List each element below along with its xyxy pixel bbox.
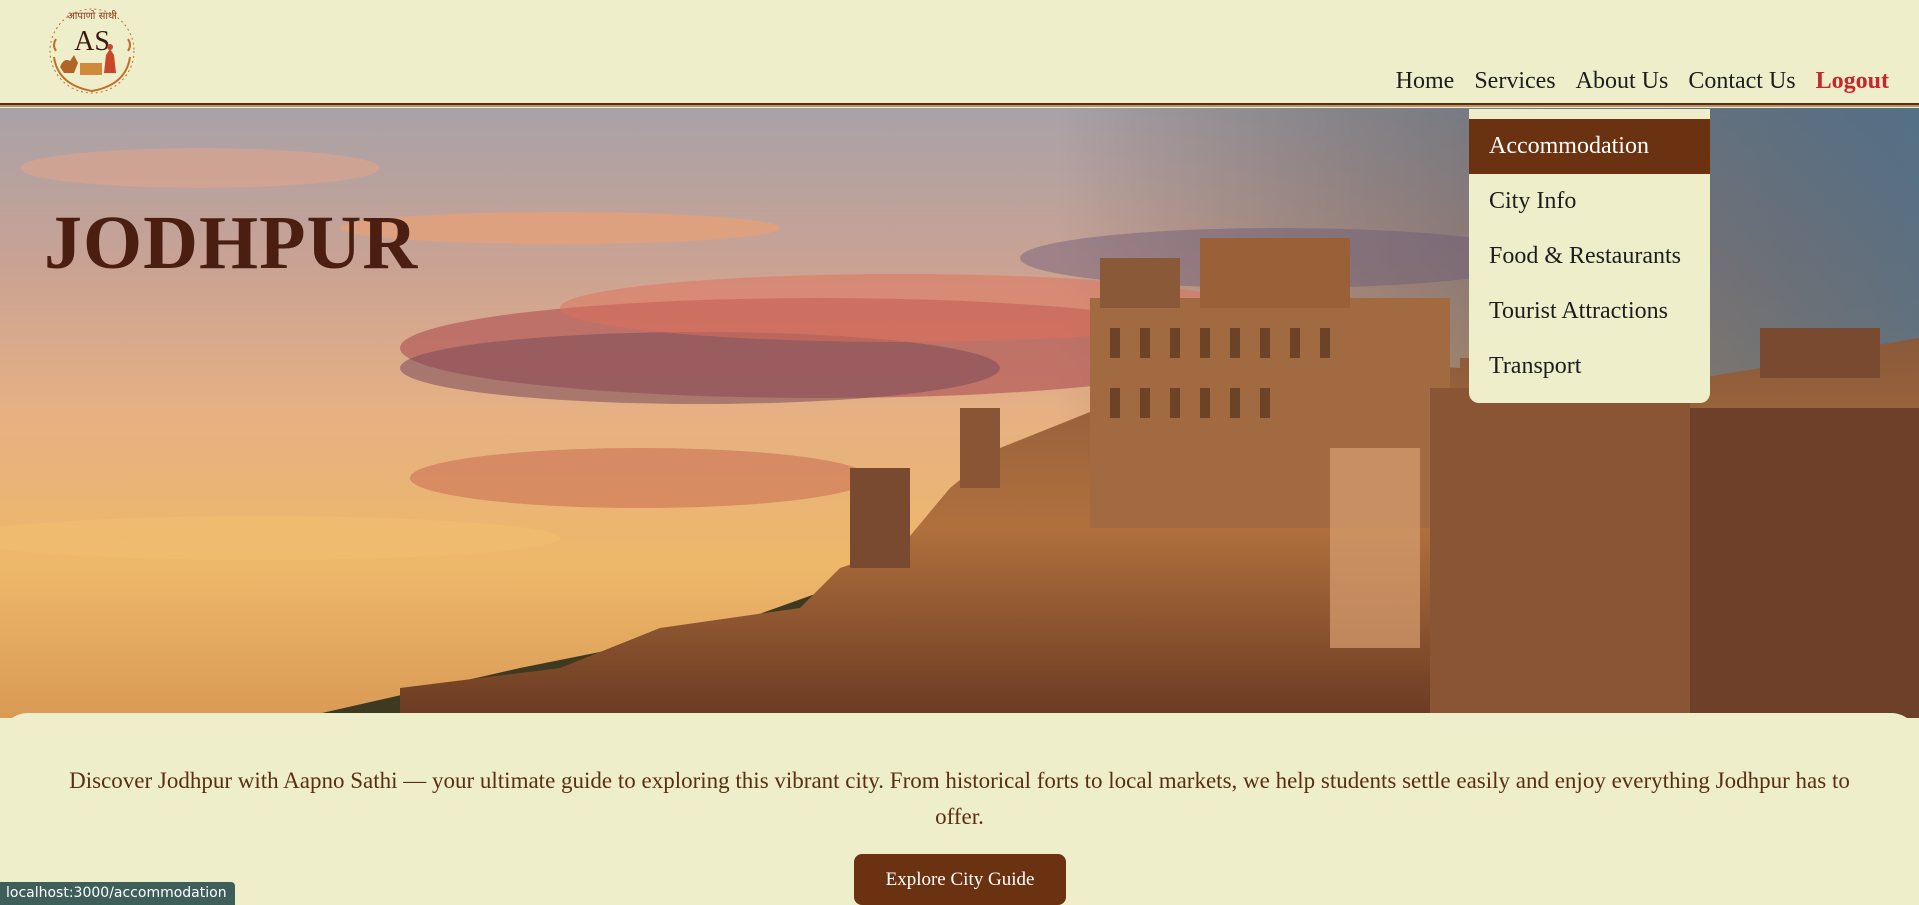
menu-item-transport[interactable]: Transport: [1469, 339, 1710, 394]
svg-text:आपाणो साथी: आपाणो साथी: [67, 10, 117, 22]
status-bar-url: localhost:3000/accommodation: [0, 882, 235, 905]
site-header: आपाणो साथी AS Home Services About Us Con…: [0, 0, 1919, 105]
nav-logout[interactable]: Logout: [1816, 66, 1889, 96]
intro-text: Discover Jodhpur with Aapno Sathi — your…: [69, 768, 1850, 829]
nav-contact-us[interactable]: Contact Us: [1688, 66, 1795, 96]
menu-item-food-restaurants[interactable]: Food & Restaurants: [1469, 229, 1710, 284]
menu-item-city-info[interactable]: City Info: [1469, 174, 1710, 229]
nav-about-us[interactable]: About Us: [1576, 66, 1669, 96]
main-nav: Home Services About Us Contact Us Logout: [1376, 66, 1889, 96]
logo-emblem-icon: आपाणो साथी AS: [49, 8, 135, 94]
nav-services[interactable]: Services: [1474, 66, 1555, 96]
city-title: JODHPUR: [44, 201, 419, 285]
svg-text:AS: AS: [74, 26, 110, 57]
site-logo[interactable]: आपाणो साथी AS: [44, 5, 140, 95]
explore-city-guide-button[interactable]: Explore City Guide: [854, 854, 1066, 905]
nav-home[interactable]: Home: [1396, 66, 1455, 96]
services-dropdown: Accommodation City Info Food & Restauran…: [1469, 109, 1710, 403]
menu-item-accommodation[interactable]: Accommodation: [1469, 119, 1710, 174]
intro-card: Discover Jodhpur with Aapno Sathi — your…: [0, 713, 1919, 905]
menu-item-tourist-attractions[interactable]: Tourist Attractions: [1469, 284, 1710, 339]
